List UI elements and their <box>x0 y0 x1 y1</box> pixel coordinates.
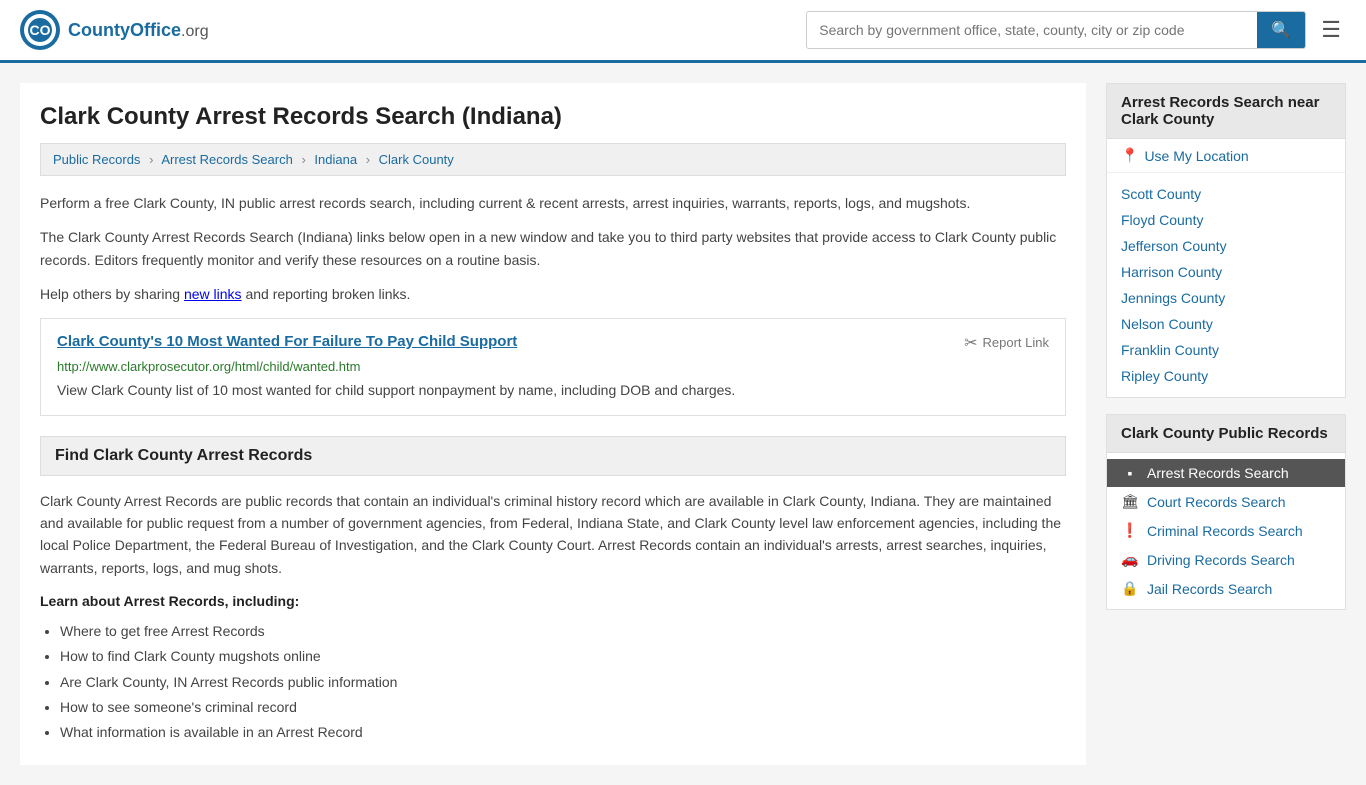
hamburger-menu-button[interactable]: ☰ <box>1316 12 1346 48</box>
sidebar: Arrest Records Search near Clark County … <box>1106 83 1346 765</box>
list-item: Ripley County <box>1107 363 1345 389</box>
county-link-floyd[interactable]: Floyd County <box>1121 212 1203 228</box>
breadcrumb-public-records[interactable]: Public Records <box>53 152 140 167</box>
list-item: Where to get free Arrest Records <box>60 619 1066 644</box>
list-item: Floyd County <box>1107 207 1345 233</box>
link-url: http://www.clarkprosecutor.org/html/chil… <box>57 359 1049 374</box>
svg-text:CO: CO <box>30 22 51 38</box>
list-item: Scott County <box>1107 181 1345 207</box>
breadcrumb-clark-county[interactable]: Clark County <box>379 152 454 167</box>
nearby-section: Arrest Records Search near Clark County … <box>1106 83 1346 398</box>
report-link-button[interactable]: ✂ Report Link <box>964 333 1049 353</box>
public-records-item-arrest[interactable]: ▪ Arrest Records Search <box>1107 459 1345 487</box>
county-link-jennings[interactable]: Jennings County <box>1121 290 1225 306</box>
county-link-ripley[interactable]: Ripley County <box>1121 368 1208 384</box>
driving-icon: 🚗 <box>1121 551 1139 568</box>
link-description: View Clark County list of 10 most wanted… <box>57 380 1049 401</box>
list-item: Jennings County <box>1107 285 1345 311</box>
court-records-link[interactable]: Court Records Search <box>1147 494 1286 510</box>
county-link-scott[interactable]: Scott County <box>1121 186 1201 202</box>
breadcrumb-arrest-records[interactable]: Arrest Records Search <box>161 152 293 167</box>
breadcrumb-indiana[interactable]: Indiana <box>314 152 357 167</box>
page-container: Clark County Arrest Records Search (Indi… <box>0 63 1366 785</box>
public-records-list: ▪ Arrest Records Search 🏛 Court Records … <box>1107 453 1345 609</box>
list-item: Jefferson County <box>1107 233 1345 259</box>
jail-records-link[interactable]: Jail Records Search <box>1147 581 1272 597</box>
criminal-icon: ❗ <box>1121 522 1139 539</box>
logo-text: CountyOffice.org <box>68 20 209 41</box>
pin-icon: 📍 <box>1121 147 1138 164</box>
header-right: 🔍 ☰ <box>806 11 1346 49</box>
driving-records-link[interactable]: Driving Records Search <box>1147 552 1295 568</box>
search-input[interactable] <box>807 14 1257 46</box>
list-item: Are Clark County, IN Arrest Records publ… <box>60 670 1066 695</box>
logo-area: CO CountyOffice.org <box>20 10 209 50</box>
new-links-link[interactable]: new links <box>184 286 242 302</box>
logo-icon: CO <box>20 10 60 50</box>
link-card-header: Clark County's 10 Most Wanted For Failur… <box>57 333 1049 353</box>
learn-header: Learn about Arrest Records, including: <box>40 593 1066 609</box>
public-records-item-jail[interactable]: 🔒 Jail Records Search <box>1107 574 1345 603</box>
court-icon: 🏛 <box>1121 493 1139 510</box>
public-records-title: Clark County Public Records <box>1107 415 1345 453</box>
breadcrumb: Public Records › Arrest Records Search ›… <box>40 143 1066 176</box>
county-link-harrison[interactable]: Harrison County <box>1121 264 1222 280</box>
main-content: Clark County Arrest Records Search (Indi… <box>20 83 1086 765</box>
nearby-section-title: Arrest Records Search near Clark County <box>1107 84 1345 139</box>
list-item: Nelson County <box>1107 311 1345 337</box>
county-link-franklin[interactable]: Franklin County <box>1121 342 1219 358</box>
use-my-location-link[interactable]: Use My Location <box>1144 148 1248 164</box>
header: CO CountyOffice.org 🔍 ☰ <box>0 0 1366 63</box>
list-item: How to find Clark County mugshots online <box>60 644 1066 669</box>
search-bar: 🔍 <box>806 11 1306 49</box>
description-1: Perform a free Clark County, IN public a… <box>40 192 1066 214</box>
list-item: Franklin County <box>1107 337 1345 363</box>
description-2: The Clark County Arrest Records Search (… <box>40 226 1066 271</box>
use-location: 📍 Use My Location <box>1107 139 1345 173</box>
public-records-section: Clark County Public Records ▪ Arrest Rec… <box>1106 414 1346 610</box>
list-item: What information is available in an Arre… <box>60 720 1066 745</box>
scissors-icon: ✂ <box>964 333 977 353</box>
arrest-icon: ▪ <box>1121 465 1139 481</box>
list-item: Harrison County <box>1107 259 1345 285</box>
link-card-title[interactable]: Clark County's 10 Most Wanted For Failur… <box>57 333 517 350</box>
criminal-records-link[interactable]: Criminal Records Search <box>1147 523 1303 539</box>
find-section-header: Find Clark County Arrest Records <box>40 436 1066 476</box>
list-item: How to see someone's criminal record <box>60 695 1066 720</box>
nearby-counties-list: Scott County Floyd County Jefferson Coun… <box>1107 173 1345 397</box>
link-card: Clark County's 10 Most Wanted For Failur… <box>40 318 1066 416</box>
page-title: Clark County Arrest Records Search (Indi… <box>40 103 1066 131</box>
public-records-item-driving[interactable]: 🚗 Driving Records Search <box>1107 545 1345 574</box>
description-3: Help others by sharing new links and rep… <box>40 283 1066 305</box>
search-button[interactable]: 🔍 <box>1257 12 1305 48</box>
county-link-jefferson[interactable]: Jefferson County <box>1121 238 1227 254</box>
find-section-body: Clark County Arrest Records are public r… <box>40 490 1066 580</box>
jail-icon: 🔒 <box>1121 580 1139 597</box>
arrest-records-link[interactable]: Arrest Records Search <box>1147 465 1289 481</box>
public-records-item-court[interactable]: 🏛 Court Records Search <box>1107 487 1345 516</box>
county-link-nelson[interactable]: Nelson County <box>1121 316 1213 332</box>
learn-list: Where to get free Arrest Records How to … <box>60 619 1066 745</box>
public-records-item-criminal[interactable]: ❗ Criminal Records Search <box>1107 516 1345 545</box>
